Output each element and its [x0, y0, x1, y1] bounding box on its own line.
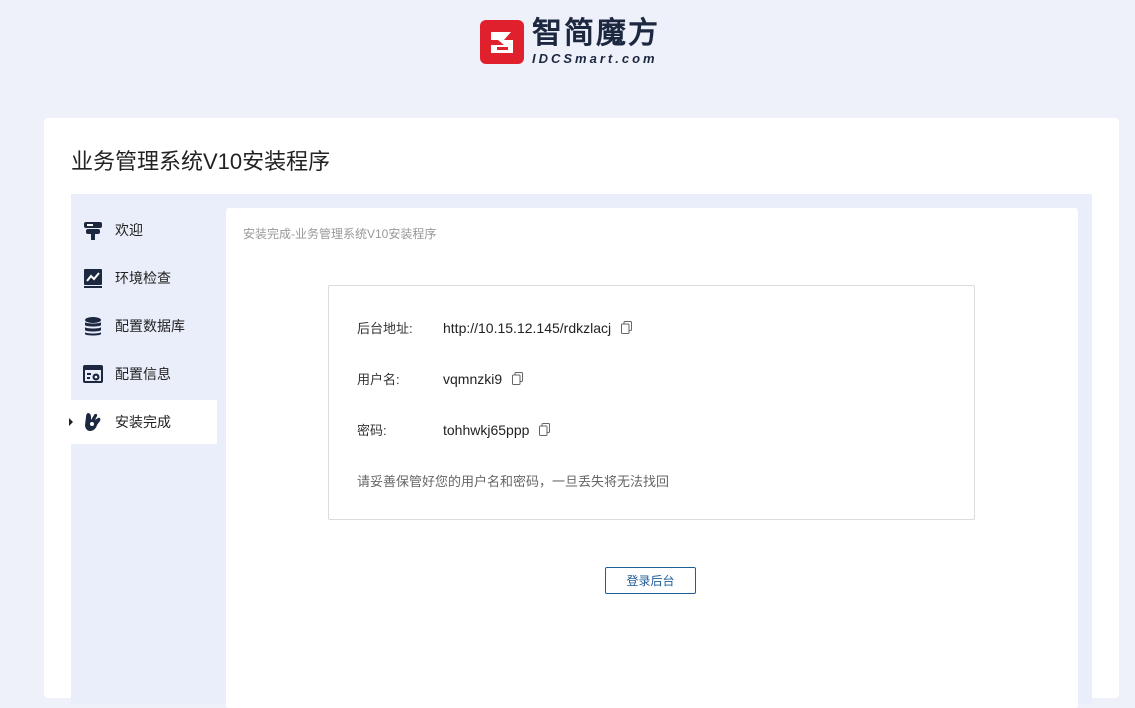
sidebar: 欢迎 环境检查 配置数据库 配置信息 安装完成 [69, 208, 217, 448]
logo-text-en: IDCSmart.com [532, 51, 658, 66]
save-credentials-note: 请妥善保管好您的用户名和密码，一旦丢失将无法找回 [357, 474, 670, 489]
sidebar-item-label: 安装完成 [115, 414, 171, 430]
username-label: 用户名: [357, 372, 400, 387]
admin-url-row: 后台地址: http://10.15.12.145/rdkzlacj [357, 318, 633, 337]
admin-url-value: http://10.15.12.145/rdkzlacj [443, 319, 612, 336]
sidebar-item-env-check[interactable]: 环境检查 [71, 256, 217, 300]
copy-icon[interactable] [539, 423, 551, 436]
sidebar-item-label: 欢迎 [115, 222, 143, 238]
chart-icon [81, 266, 105, 290]
copy-icon[interactable] [512, 372, 524, 385]
password-value: tohhwkj65ppp [443, 421, 530, 438]
content-area: 安装完成-业务管理系统V10安装程序 后台地址: http://10.15.12… [226, 208, 1078, 708]
logo-text-cn: 智简魔方 [532, 17, 660, 50]
active-marker [69, 418, 73, 426]
install-result-box: 后台地址: http://10.15.12.145/rdkzlacj 用户名: … [328, 285, 975, 520]
login-admin-button[interactable]: 登录后台 [605, 567, 696, 594]
sidebar-item-label: 配置数据库 [115, 318, 185, 334]
installer-card: 业务管理系统V10安装程序 欢迎 环境检查 配置数据库 配置信息 安装完成 安装… [44, 118, 1119, 708]
admin-url-label: 后台地址: [357, 321, 413, 336]
username-value: vqmnzki9 [443, 370, 503, 387]
copy-icon[interactable] [621, 321, 633, 334]
installer-panel: 欢迎 环境检查 配置数据库 配置信息 安装完成 安装完成-业务管理系统V10安装… [69, 194, 1092, 708]
sidebar-item-label: 环境检查 [115, 270, 171, 286]
password-row: 密码: tohhwkj65ppp [357, 420, 551, 439]
sidebar-item-database[interactable]: 配置数据库 [71, 304, 217, 348]
database-icon [81, 314, 105, 338]
brand-logo: 智简魔方 IDCSmart.com [480, 18, 660, 66]
page-title: 业务管理系统V10安装程序 [71, 149, 331, 174]
logo-mark-icon [480, 20, 524, 64]
settings-window-icon [81, 362, 105, 386]
breadcrumb: 安装完成-业务管理系统V10安装程序 [243, 227, 437, 241]
password-label: 密码: [357, 423, 387, 438]
welcome-sign-icon [81, 218, 105, 242]
sidebar-item-label: 配置信息 [115, 366, 171, 382]
sidebar-item-config-info[interactable]: 配置信息 [71, 352, 217, 396]
username-row: 用户名: vqmnzki9 [357, 369, 524, 388]
ok-hand-icon [81, 410, 105, 434]
sidebar-item-welcome[interactable]: 欢迎 [71, 208, 217, 252]
sidebar-item-install-complete[interactable]: 安装完成 [69, 400, 217, 444]
